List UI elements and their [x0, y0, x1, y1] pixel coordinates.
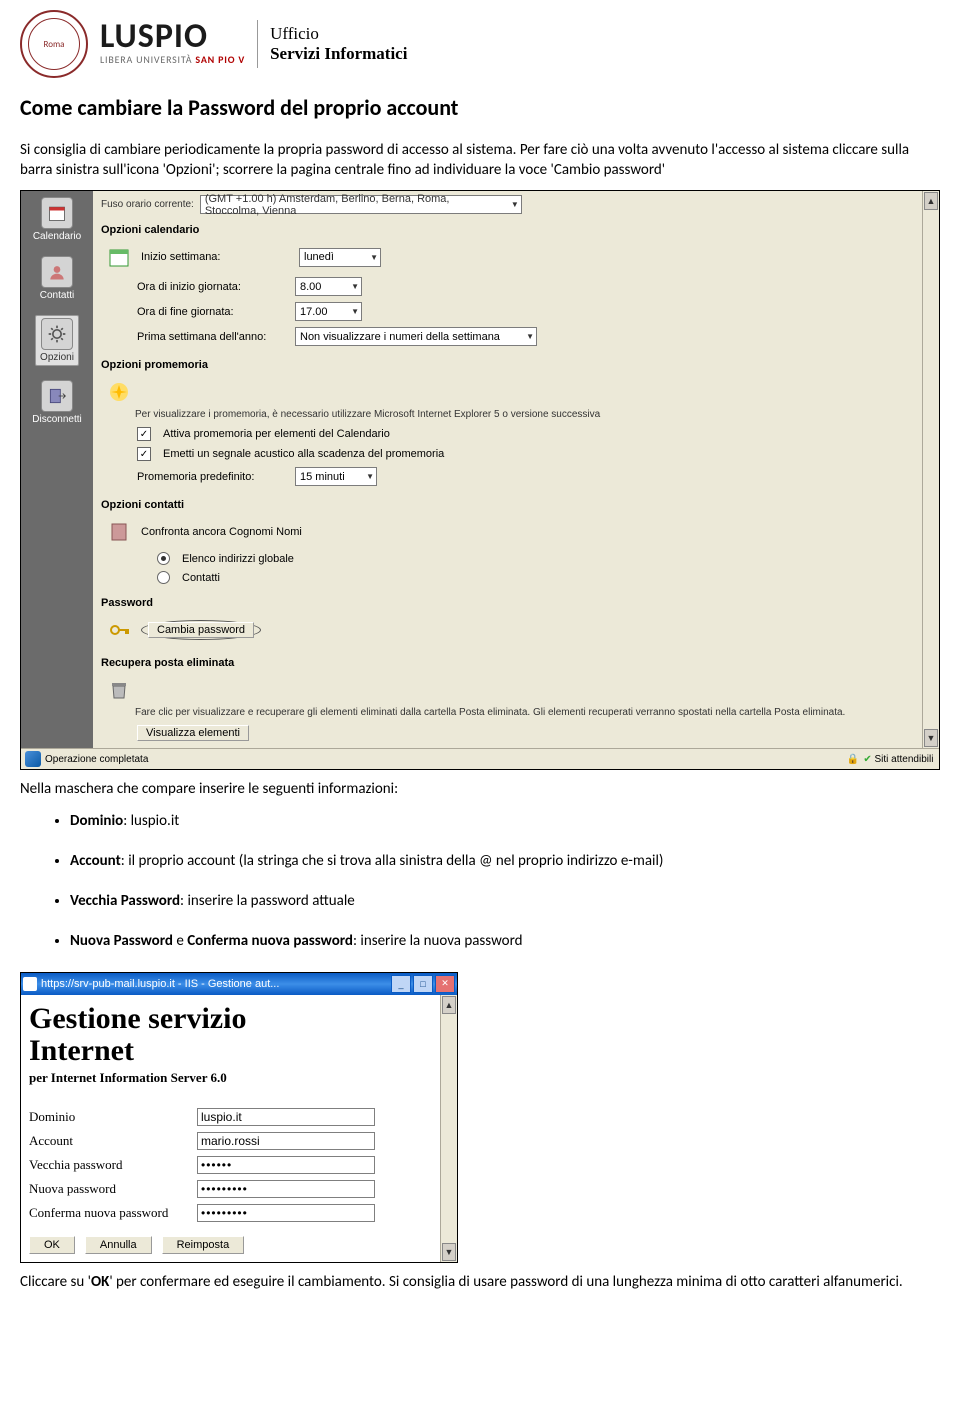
section-calendar: Opzioni calendario — [101, 224, 914, 236]
scrollbar[interactable]: ▲ ▼ — [922, 191, 939, 748]
timezone-select[interactable]: (GMT +1.00 h) Amsterdam, Berlino, Berna,… — [200, 195, 522, 214]
sidebar-item-calendario[interactable]: Calendario — [33, 197, 81, 242]
reimposta-button[interactable]: Reimposta — [162, 1236, 245, 1254]
logo-name: LUSPIO — [100, 22, 245, 53]
minimize-button[interactable]: _ — [391, 975, 411, 993]
contacts-icon — [41, 256, 73, 288]
trash-restore-icon — [105, 676, 133, 704]
scroll-down-arrow[interactable]: ▼ — [442, 1243, 456, 1261]
label-vecchia-password: Vecchia password — [29, 1157, 197, 1173]
timezone-label: Fuso orario corrente: — [101, 199, 194, 210]
label-nuova-password: Nuova password — [29, 1181, 197, 1197]
dialog-heading-2: Internet — [29, 1034, 432, 1068]
input-conferma-password[interactable] — [197, 1204, 375, 1222]
book-icon — [105, 518, 133, 546]
label-ora-inizio: Ora di inizio giornata: — [137, 281, 287, 293]
logo-text-block: LUSPIO LIBERA UNIVERSITÀ SAN PIO V — [100, 22, 245, 66]
status-trusted: Siti attendibili — [875, 754, 934, 765]
input-nuova-password[interactable] — [197, 1180, 375, 1198]
logout-icon — [41, 380, 73, 412]
status-text: Operazione completata — [45, 754, 148, 765]
radio-elenco-globale[interactable] — [157, 552, 170, 565]
input-account[interactable] — [197, 1132, 375, 1150]
logo-subtitle: LIBERA UNIVERSITÀ SAN PIO V — [100, 53, 245, 66]
list-item: Account: il proprio account (la stringa … — [70, 852, 940, 870]
label-dominio: Dominio — [29, 1109, 197, 1125]
contatti-line: Confronta ancora Cognomi Nomi — [141, 526, 302, 538]
scroll-up-arrow[interactable]: ▲ — [924, 192, 938, 210]
label-inizio-settimana: Inizio settimana: — [141, 251, 291, 263]
label-segnale-acustico: Emetti un segnale acustico alla scadenza… — [163, 448, 444, 460]
screenshot-options-panel: Calendario Contatti Opzioni Disconnetti … — [20, 190, 940, 770]
label-account: Account — [29, 1133, 197, 1149]
input-dominio[interactable] — [197, 1108, 375, 1126]
select-inizio-settimana[interactable]: lunedì — [299, 248, 381, 267]
instruction-list: Dominio: luspio.it Account: il proprio a… — [20, 812, 940, 950]
visualizza-elementi-button[interactable]: Visualizza elementi — [137, 725, 249, 741]
window-title: https://srv-pub-mail.luspio.it - IIS - G… — [41, 978, 389, 990]
dialog-subtitle: per Internet Information Server 6.0 — [29, 1070, 432, 1086]
sidebar-item-contatti[interactable]: Contatti — [40, 256, 74, 301]
cambia-password-button[interactable]: Cambia password — [148, 622, 254, 638]
window-titlebar: https://srv-pub-mail.luspio.it - IIS - G… — [21, 973, 457, 995]
radio-contatti[interactable] — [157, 571, 170, 584]
list-item: Dominio: luspio.it — [70, 812, 940, 830]
sidebar: Calendario Contatti Opzioni Disconnetti — [21, 191, 93, 748]
label-elenco-globale: Elenco indirizzi globale — [182, 553, 294, 565]
reminder-icon — [105, 378, 133, 406]
options-main-area: Fuso orario corrente: (GMT +1.00 h) Amst… — [93, 191, 922, 748]
maximize-button[interactable]: □ — [413, 975, 433, 993]
calendar-icon — [41, 197, 73, 229]
list-item: Vecchia Password: inserire la password a… — [70, 892, 940, 910]
sidebar-item-opzioni[interactable]: Opzioni — [35, 315, 79, 366]
intro-paragraph-2: Nella maschera che compare inserire le s… — [20, 780, 940, 800]
label-radio-contatti: Contatti — [182, 572, 220, 584]
dialog-scrollbar[interactable]: ▲ ▼ — [440, 995, 457, 1263]
calendar-icon — [105, 243, 133, 271]
ok-button[interactable]: OK — [29, 1236, 75, 1254]
close-button[interactable]: ✕ — [435, 975, 455, 993]
section-recupera: Recupera posta eliminata — [101, 657, 914, 669]
promemoria-note: Per visualizzare i promemoria, è necessa… — [101, 409, 914, 420]
scroll-up-arrow[interactable]: ▲ — [442, 996, 456, 1014]
select-ora-inizio[interactable]: 8.00 — [295, 277, 362, 296]
recupera-note: Fare clic per visualizzare e recuperare … — [101, 707, 914, 718]
window-icon — [23, 977, 37, 991]
select-prima-settimana[interactable]: Non visualizzare i numeri della settiman… — [295, 327, 537, 346]
annulla-button[interactable]: Annulla — [85, 1236, 152, 1254]
document-header: Roma LUSPIO LIBERA UNIVERSITÀ SAN PIO V … — [0, 0, 960, 84]
section-promemoria: Opzioni promemoria — [101, 359, 914, 371]
section-contatti: Opzioni contatti — [101, 499, 914, 511]
label-prima-settimana: Prima settimana dell'anno: — [137, 331, 287, 343]
section-password: Password — [101, 597, 914, 609]
page-title: Come cambiare la Password del proprio ac… — [20, 94, 940, 121]
sidebar-item-disconnetti[interactable]: Disconnetti — [32, 380, 81, 425]
header-divider — [257, 20, 258, 68]
label-promemoria-predefinito: Promemoria predefinito: — [137, 471, 287, 483]
dialog-heading-1: Gestione servizio — [29, 1003, 432, 1035]
select-ora-fine[interactable]: 17.00 — [295, 302, 362, 321]
checkbox-attiva-promemoria[interactable]: ✓ — [137, 427, 151, 441]
label-conferma-password: Conferma nuova password — [29, 1205, 197, 1221]
checkbox-segnale-acustico[interactable]: ✓ — [137, 447, 151, 461]
scroll-down-arrow[interactable]: ▼ — [924, 729, 938, 747]
ie-icon — [25, 751, 41, 767]
university-seal: Roma — [20, 10, 88, 78]
intro-paragraph-1: Si consiglia di cambiare periodicamente … — [20, 141, 940, 180]
select-promemoria-predefinito[interactable]: 15 minuti — [295, 467, 377, 486]
list-item: Nuova Password e Conferma nuova password… — [70, 932, 940, 950]
screenshot-password-dialog: https://srv-pub-mail.luspio.it - IIS - G… — [20, 972, 458, 1264]
label-ora-fine: Ora di fine giornata: — [137, 306, 287, 318]
closing-paragraph: Cliccare su 'OK' per confermare ed esegu… — [20, 1273, 940, 1293]
gear-icon — [41, 318, 73, 350]
lock-icon: 🔒 — [847, 754, 859, 765]
key-icon — [105, 616, 133, 644]
input-vecchia-password[interactable] — [197, 1156, 375, 1174]
office-label: Ufficio Servizi Informatici — [270, 24, 407, 65]
status-bar: Operazione completata 🔒 ✔ Siti attendibi… — [21, 748, 939, 769]
label-attiva-promemoria: Attiva promemoria per elementi del Calen… — [163, 428, 390, 440]
